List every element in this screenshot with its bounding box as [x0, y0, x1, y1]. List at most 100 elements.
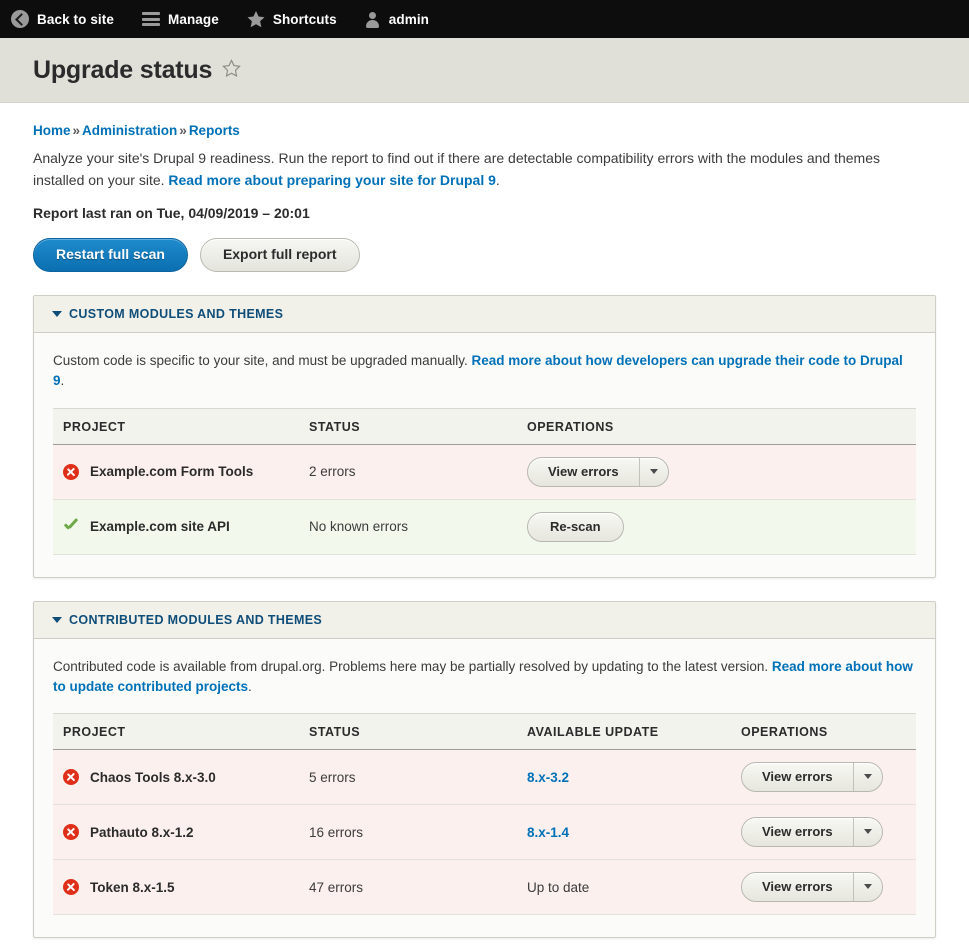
project-name: Example.com Form Tools [90, 464, 254, 480]
cell-project: Example.com site API [53, 499, 299, 555]
contributed-modules-panel-title: Contributed modules and themes [69, 612, 323, 627]
dropbutton-toggle[interactable] [638, 457, 668, 486]
star-outline-icon[interactable] [222, 59, 241, 81]
table-row: Example.com Form Tools 2 errors View err… [53, 444, 916, 500]
cell-operations: View errors [517, 444, 916, 500]
table-row: Example.com site API No known errors Re-… [53, 499, 916, 555]
admin-toolbar: Back to site Manage Shortcuts admin [0, 0, 969, 38]
view-errors-dropbutton[interactable]: View errors [741, 817, 883, 848]
toolbar-item-label: admin [388, 11, 430, 27]
cell-available-update: 8.x-1.4 [517, 804, 731, 861]
project-name: Token 8.x-1.5 [90, 879, 175, 895]
cell-project: Example.com Form Tools [53, 444, 299, 500]
view-errors-dropbutton[interactable]: View errors [527, 456, 669, 487]
intro-text-end: . [495, 171, 500, 188]
project-name: Example.com site API [90, 519, 230, 535]
toolbar-item-shortcuts[interactable]: Shortcuts [233, 0, 351, 38]
available-update-link[interactable]: 8.x-1.4 [527, 825, 569, 840]
custom-modules-panel: Custom modules and themes Custom code is… [33, 295, 936, 578]
star-icon [247, 10, 265, 28]
contributed-modules-panel-body: Contributed code is available from drupa… [34, 639, 935, 938]
error-icon [63, 879, 79, 896]
error-icon [63, 769, 79, 786]
restart-full-scan-button[interactable]: Restart full scan [33, 238, 188, 273]
cell-available-update: Up to date [517, 859, 731, 916]
report-last-ran: Report last ran on Tue, 04/09/2019 – 20:… [33, 205, 310, 222]
view-errors-dropbutton[interactable]: View errors [741, 872, 883, 903]
table-header-row: Project Status Available update Operatio… [53, 713, 916, 751]
user-icon [365, 11, 381, 28]
error-icon [63, 824, 79, 841]
table-header-row: Project Status Operations [53, 407, 916, 445]
page-title: Upgrade status [33, 55, 213, 84]
cell-operations: Re-scan [517, 499, 916, 555]
chevron-down-icon [863, 774, 872, 780]
table-row: Chaos Tools 8.x-3.0 5 errors 8.x-3.2 Vie… [53, 749, 916, 806]
description-text-end: . [248, 678, 252, 694]
back-arrow-icon [11, 10, 29, 28]
dropbutton-toggle[interactable] [852, 873, 882, 902]
re-scan-button[interactable]: Re-scan [527, 511, 624, 542]
breadcrumb-separator: » [72, 123, 81, 138]
available-update-link[interactable]: 8.x-3.2 [527, 770, 569, 785]
cell-project: Pathauto 8.x-1.2 [53, 804, 299, 861]
table-row: Pathauto 8.x-1.2 16 errors 8.x-1.4 View … [53, 804, 916, 861]
chevron-down-icon [52, 311, 62, 318]
view-errors-button[interactable]: View errors [742, 873, 853, 901]
hamburger-icon [141, 12, 160, 26]
toolbar-item-user[interactable]: admin [351, 0, 443, 38]
table-head: Project Status Available update Operatio… [53, 713, 916, 751]
cell-status: 16 errors [299, 804, 517, 861]
breadcrumb-item-home[interactable]: Home [33, 123, 71, 138]
export-full-report-button[interactable]: Export full report [199, 238, 360, 273]
breadcrumb-item-reports[interactable]: Reports [189, 123, 240, 138]
error-icon [63, 463, 79, 480]
toolbar-item-back-to-site[interactable]: Back to site [0, 0, 128, 38]
column-header-status: Status [299, 713, 517, 751]
page-content: Home» Administration» Reports Analyze your… [0, 103, 969, 939]
action-buttons: Restart full scan Export full report [33, 238, 936, 273]
contributed-modules-table: Project Status Available update Operatio… [53, 713, 916, 916]
breadcrumb-item-administration[interactable]: Administration [82, 123, 177, 138]
column-header-operations: Operations [731, 713, 916, 751]
project-name: Chaos Tools 8.x-3.0 [90, 769, 216, 785]
project-name: Pathauto 8.x-1.2 [90, 824, 194, 840]
contributed-modules-panel-header[interactable]: Contributed modules and themes [34, 601, 935, 639]
check-icon [63, 519, 79, 535]
view-errors-button[interactable]: View errors [742, 818, 853, 846]
view-errors-dropbutton[interactable]: View errors [741, 762, 883, 793]
cell-project: Chaos Tools 8.x-3.0 [53, 749, 299, 806]
dropbutton-toggle[interactable] [852, 818, 882, 847]
view-errors-button[interactable]: View errors [742, 763, 853, 791]
cell-status: No known errors [299, 499, 517, 555]
custom-modules-table: Project Status Operations Example.com Fo… [53, 407, 916, 555]
contributed-modules-description: Contributed code is available from drupa… [53, 657, 916, 698]
column-header-status: Status [299, 407, 517, 445]
cell-status: 5 errors [299, 749, 517, 806]
view-errors-button[interactable]: View errors [528, 458, 639, 486]
custom-modules-panel-body: Custom code is specific to your site, an… [34, 333, 935, 577]
cell-operations: View errors [731, 804, 916, 861]
cell-operations: View errors [731, 749, 916, 806]
chevron-down-icon [649, 468, 658, 474]
dropbutton-toggle[interactable] [852, 763, 882, 792]
description-text: Custom code is specific to your site, an… [53, 353, 472, 369]
intro-link-drupal9[interactable]: Read more about preparing your site for … [168, 172, 496, 188]
column-header-operations: Operations [517, 407, 916, 445]
toolbar-item-manage[interactable]: Manage [128, 0, 233, 38]
table-row: Token 8.x-1.5 47 errors Up to date View … [53, 859, 916, 916]
cell-status: 47 errors [299, 859, 517, 916]
available-update-text: Up to date [527, 879, 590, 895]
table-head: Project Status Operations [53, 407, 916, 445]
table-body: Example.com Form Tools 2 errors View err… [53, 444, 916, 555]
toolbar-item-label: Back to site [37, 11, 114, 27]
table-body: Chaos Tools 8.x-3.0 5 errors 8.x-3.2 Vie… [53, 749, 916, 916]
chevron-down-icon [863, 884, 872, 890]
column-header-project: Project [53, 407, 299, 445]
intro-paragraph: Analyze your site's Drupal 9 readiness. … [33, 148, 923, 191]
custom-modules-panel-header[interactable]: Custom modules and themes [34, 296, 935, 334]
cell-operations: View errors [731, 859, 916, 916]
column-header-project: Project [53, 713, 299, 751]
toolbar-item-label: Manage [167, 11, 219, 27]
chevron-down-icon [863, 829, 872, 835]
